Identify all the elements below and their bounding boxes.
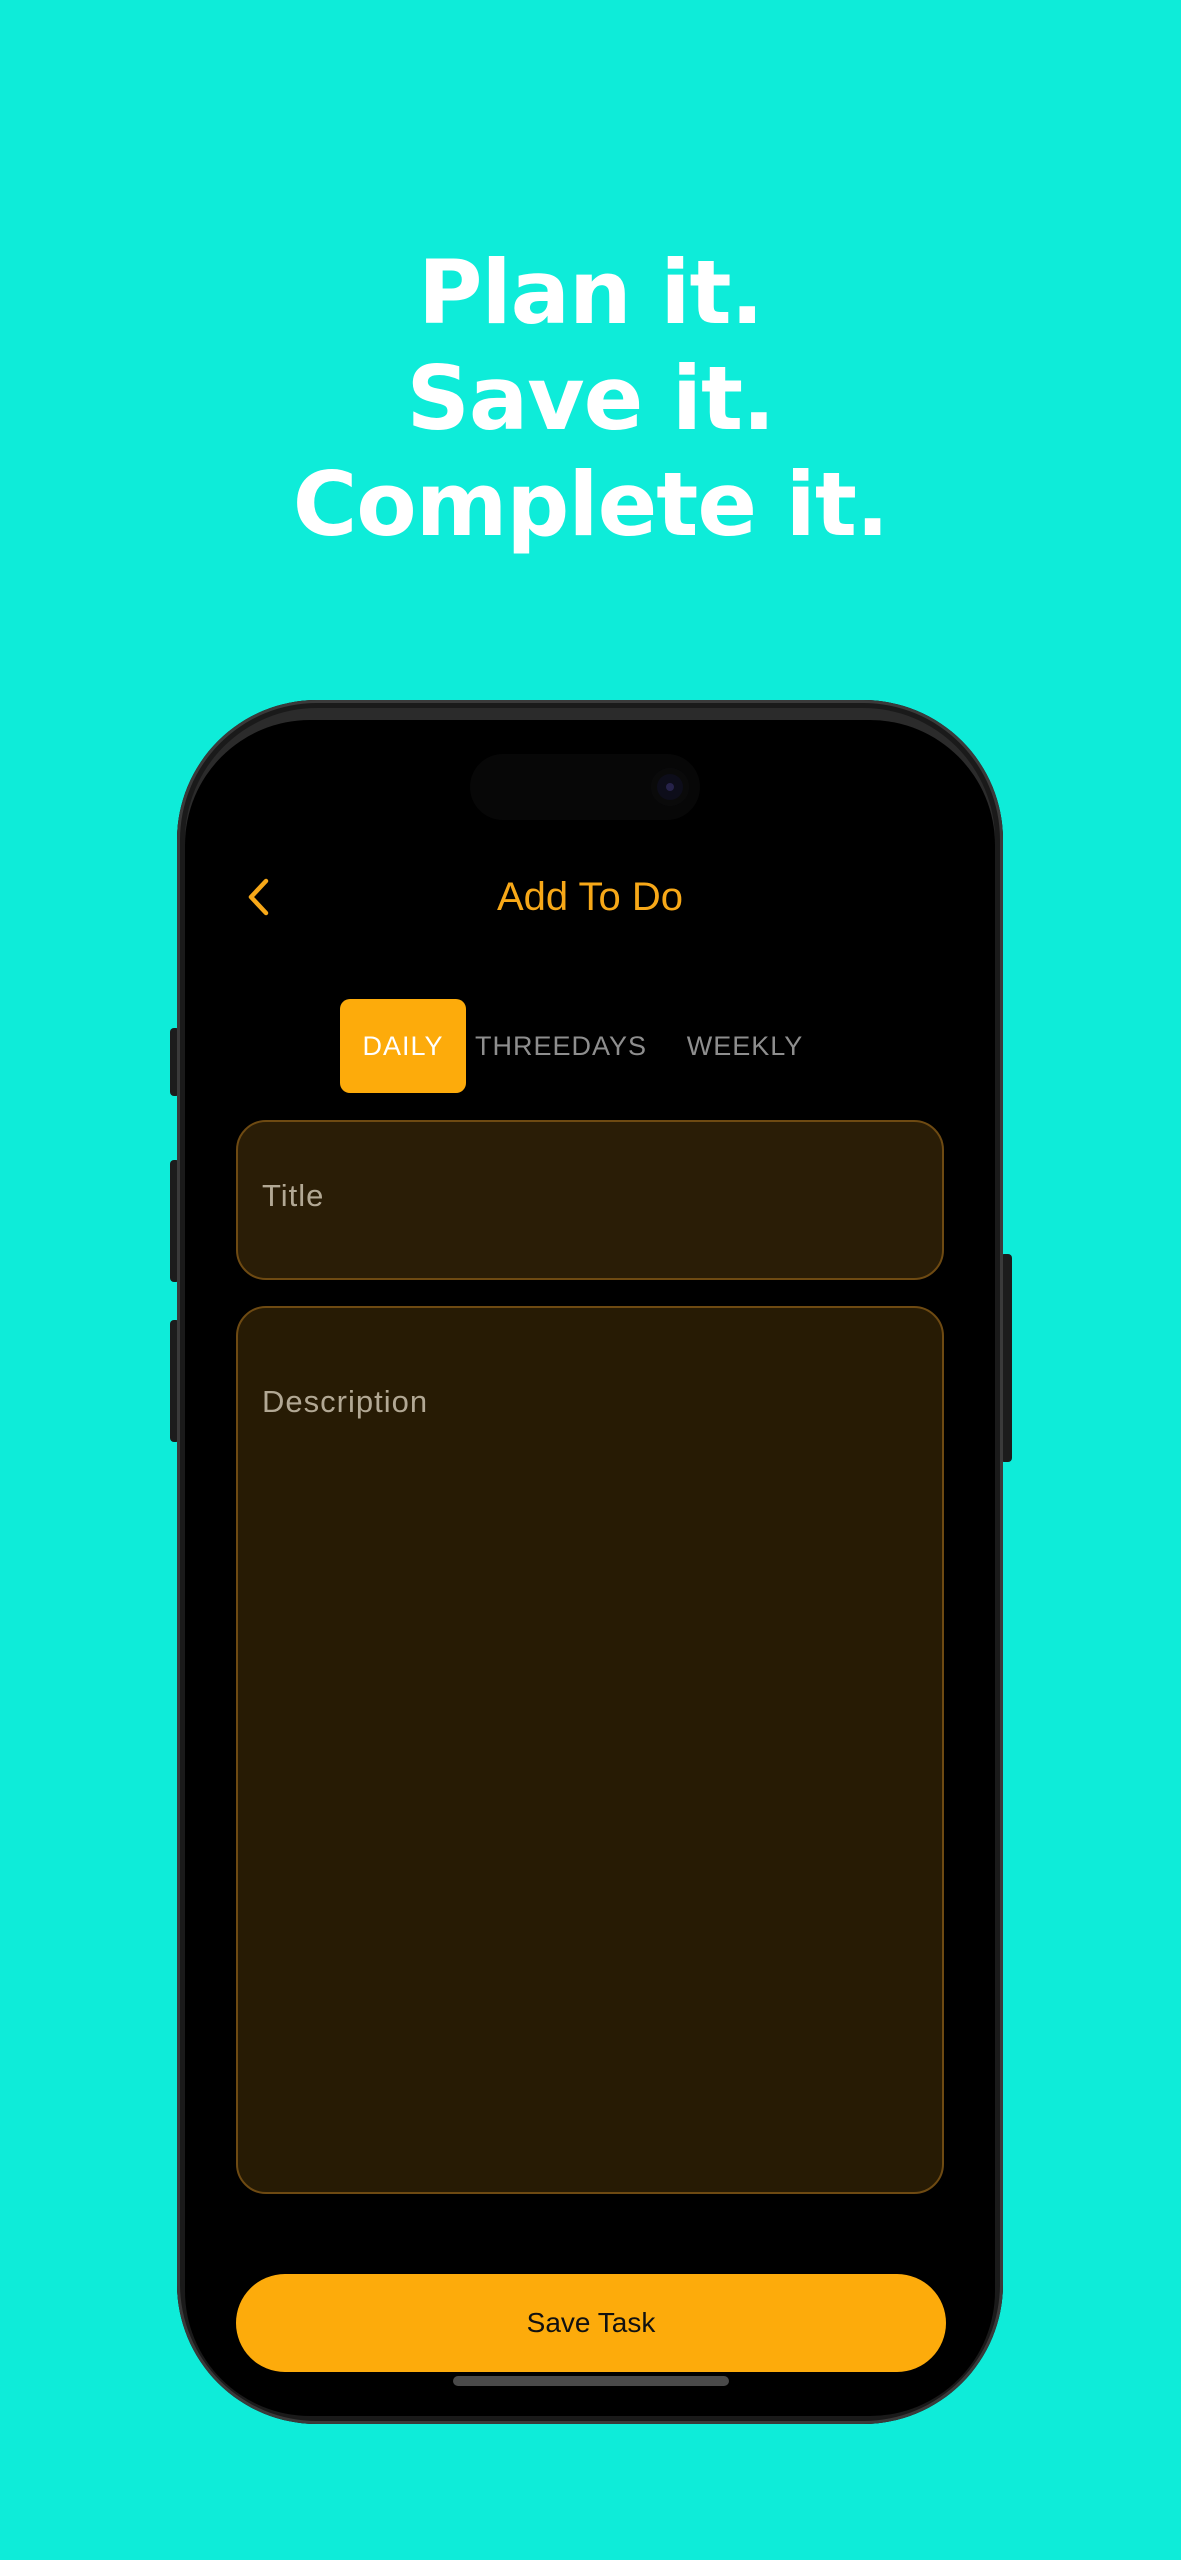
front-camera-icon xyxy=(651,768,689,806)
save-task-button[interactable]: Save Task xyxy=(236,2274,946,2372)
description-field[interactable]: Description xyxy=(236,1306,944,2194)
tab-daily[interactable]: DAILY xyxy=(340,999,466,1093)
page-title: Add To Do xyxy=(496,875,684,919)
tab-threedays[interactable]: THREEDAYS xyxy=(475,999,646,1093)
phone-screen: Add To Do DAILY THREEDAYS WEEKLY Title D… xyxy=(185,720,995,2416)
title-placeholder: Title xyxy=(262,1178,325,1213)
description-placeholder: Description xyxy=(262,1384,429,1419)
headline-line-1: Plan it. xyxy=(418,241,764,344)
title-field[interactable]: Title xyxy=(236,1120,944,1280)
marketing-headline: Plan it. Save it. Complete it. xyxy=(0,240,1181,558)
headline-line-2: Save it. xyxy=(406,347,775,450)
headline-line-3: Complete it. xyxy=(292,453,890,556)
tab-weekly[interactable]: WEEKLY xyxy=(655,999,835,1093)
home-indicator xyxy=(453,2376,729,2386)
